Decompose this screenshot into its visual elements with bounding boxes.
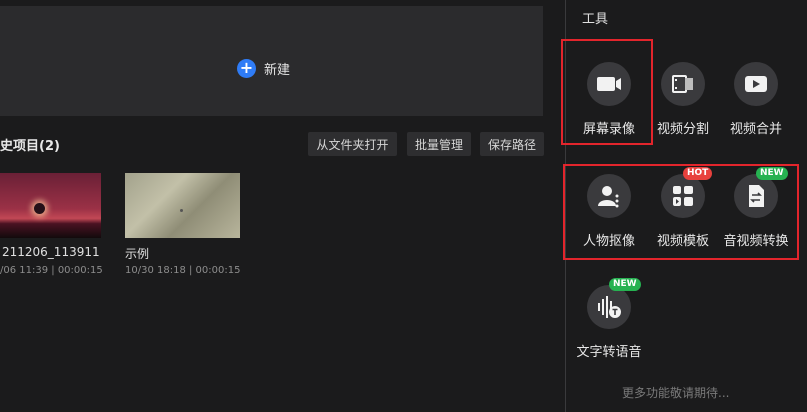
new-badge: NEW: [609, 278, 641, 291]
video-merge-tool[interactable]: 视频合并: [721, 62, 791, 142]
open-from-folder-button[interactable]: 从文件夹打开: [308, 132, 397, 156]
project-thumbnail[interactable]: [125, 173, 240, 238]
project-name: 示例: [125, 247, 150, 261]
new-project-label: 新建: [264, 62, 291, 78]
text-to-speech-icon: [587, 285, 631, 329]
video-merge-icon: [734, 62, 778, 106]
video-split-icon: [661, 62, 705, 106]
history-title: 史项目(2): [0, 139, 60, 154]
tool-label: 文字转语音: [576, 345, 642, 360]
project-meta: 10/30 18:18 | 00:00:15: [125, 265, 241, 276]
project-name: 211206_113911: [2, 245, 100, 259]
video-split-tool[interactable]: 视频分割: [648, 62, 718, 142]
batch-manage-button[interactable]: 批量管理: [407, 132, 471, 156]
new-project-button[interactable]: + 新建: [237, 58, 290, 78]
project-meta: /06 11:39 | 00:00:15: [0, 265, 103, 276]
highlight-box: [563, 164, 799, 260]
project-thumbnail[interactable]: [0, 173, 101, 238]
text-to-speech-tool[interactable]: NEW 文字转语音: [574, 278, 644, 365]
tool-label: 视频合并: [729, 122, 782, 137]
highlight-box: [561, 39, 653, 145]
tools-title: 工具: [582, 12, 609, 27]
more-coming-text: 更多功能敬请期待...: [622, 386, 730, 400]
new-project-panel[interactable]: + 新建: [0, 6, 543, 116]
save-path-button[interactable]: 保存路径: [480, 132, 544, 156]
plus-icon: +: [237, 58, 256, 78]
